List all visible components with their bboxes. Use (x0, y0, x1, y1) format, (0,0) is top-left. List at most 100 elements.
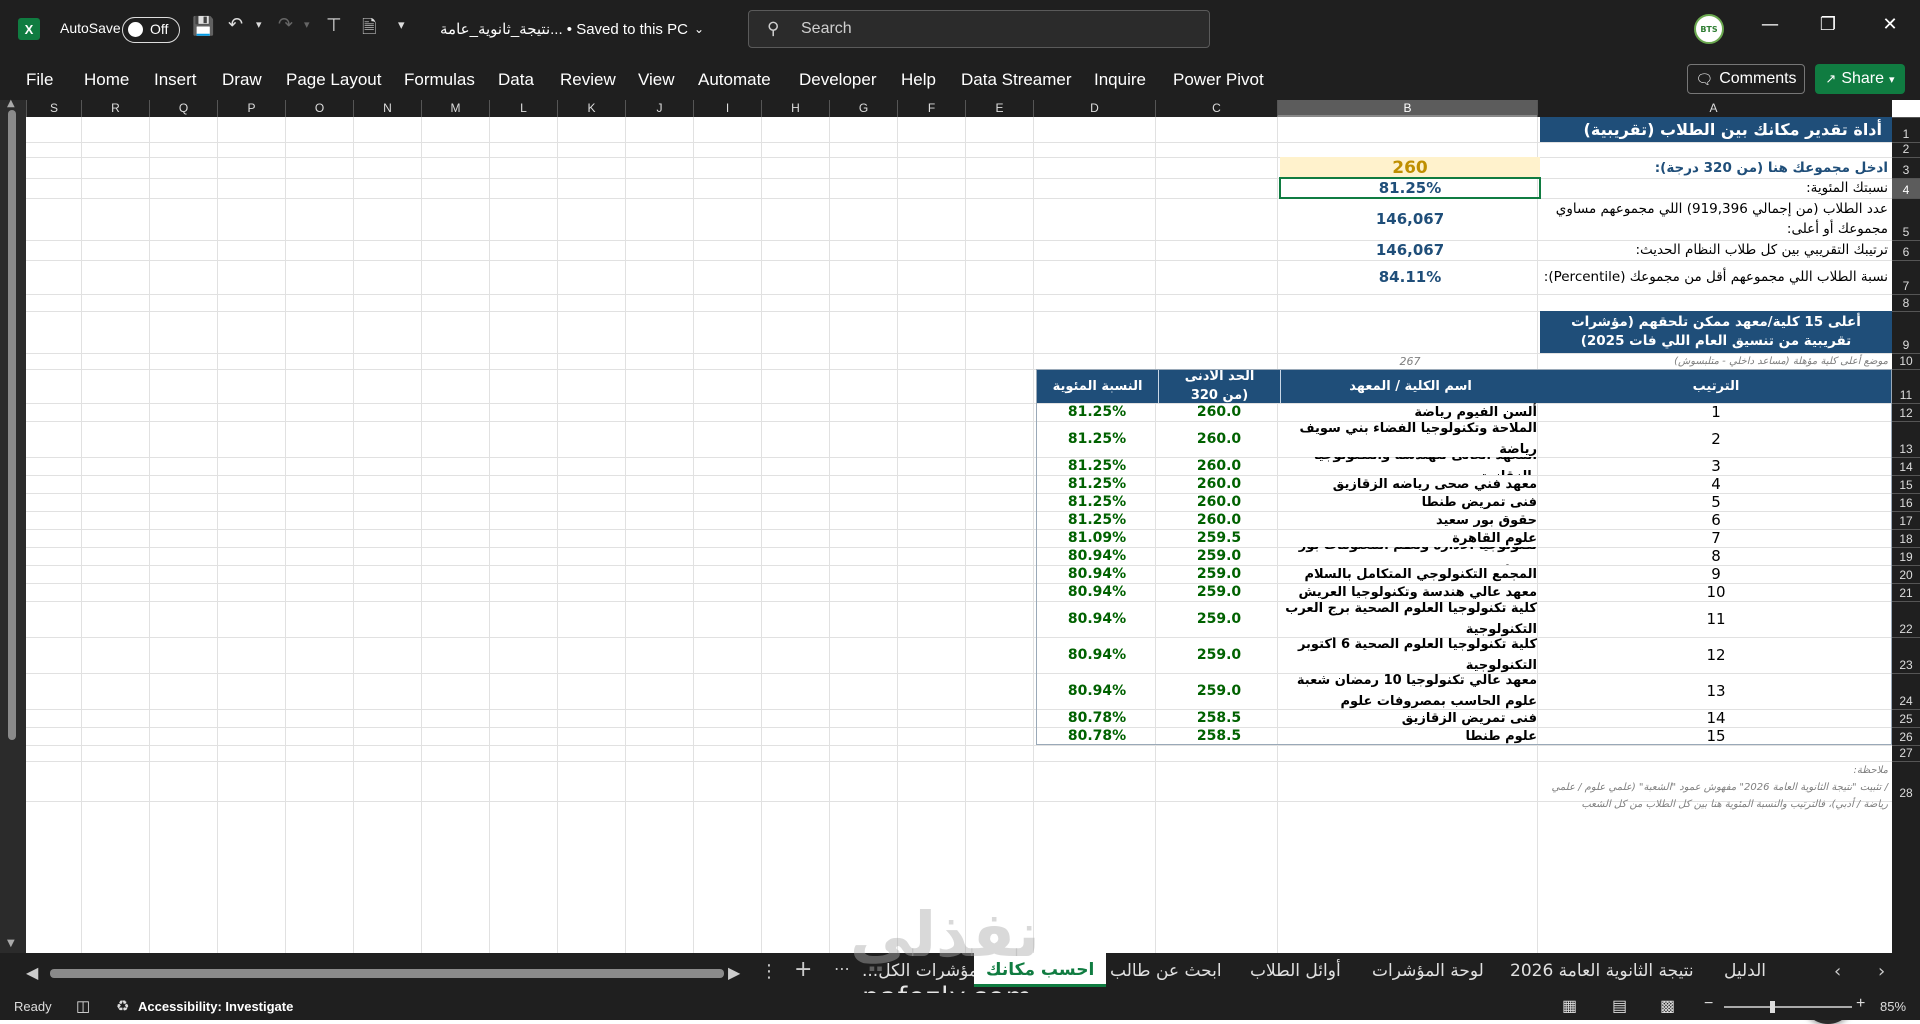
redo-dropdown-icon[interactable]: ▾ (304, 18, 310, 31)
college-rank[interactable]: 9 (1540, 565, 1892, 583)
scroll-down-icon[interactable]: ▼ (7, 938, 15, 949)
college-min-score[interactable]: 259.0 (1158, 601, 1280, 637)
college-rank[interactable]: 5 (1540, 493, 1892, 511)
zoom-level[interactable]: 85% (1880, 999, 1906, 1014)
college-min-score[interactable]: 258.5 (1158, 727, 1280, 745)
vertical-scroll-thumb[interactable] (8, 110, 16, 740)
column-header-P[interactable]: P (217, 100, 285, 117)
row-header-28[interactable]: 28 (1892, 761, 1920, 801)
college-name[interactable]: ألسن الفيوم رياضة (1280, 403, 1540, 421)
autosave-toggle[interactable]: Off (122, 17, 180, 43)
column-header-D[interactable]: D (1033, 100, 1155, 117)
scroll-right-icon[interactable]: ▶ (728, 963, 740, 982)
row-header-27[interactable]: 27 (1892, 745, 1920, 761)
college-percentage[interactable]: 81.25% (1036, 403, 1158, 421)
college-rank[interactable]: 8 (1540, 547, 1892, 565)
college-rank[interactable]: 3 (1540, 457, 1892, 475)
column-header-F[interactable]: F (897, 100, 965, 117)
column-header-L[interactable]: L (489, 100, 557, 117)
column-header-N[interactable]: N (353, 100, 421, 117)
menu-data[interactable]: Data (498, 70, 534, 90)
college-name[interactable]: الملاحة وتكنولوجيا الفضاء بني سويف رياضة (1280, 421, 1540, 457)
footnote-text[interactable]: / تثبيت "نتيجة الثانوية العامة 2026" مفه… (1540, 779, 1892, 815)
sheet-title[interactable]: أداة تقدير مكانك بين الطلاب (تقريبية) (1540, 117, 1892, 142)
college-min-score[interactable]: 260.0 (1158, 457, 1280, 475)
tab-results-2026[interactable]: نتيجة الثانوية العامة 2026 (1510, 961, 1694, 981)
column-header-S[interactable]: S (26, 100, 81, 117)
column-header-Q[interactable]: Q (149, 100, 217, 117)
college-percentage[interactable]: 81.09% (1036, 529, 1158, 547)
tab-guide[interactable]: الدليل (1724, 961, 1766, 981)
restore-icon[interactable]: ❐ (1808, 14, 1848, 35)
percentile-label[interactable]: نسبة الطلاب اللي مجموعهم أقل من مجموعك (… (1540, 260, 1892, 294)
row-header-23[interactable]: 23 (1892, 637, 1920, 673)
column-header-I[interactable]: I (693, 100, 761, 117)
college-name[interactable]: كلية تكنولوجيا العلوم الصحية برج العرب ا… (1280, 601, 1540, 637)
form-icon[interactable]: ⊤ (326, 15, 342, 36)
college-percentage[interactable]: 80.94% (1036, 547, 1158, 565)
column-header-A[interactable]: A (1537, 100, 1889, 117)
college-rank[interactable]: 6 (1540, 511, 1892, 529)
top-colleges-title[interactable]: أعلى 15 كلية/معهد ممكن تلحقهم (مؤشرات تق… (1540, 311, 1892, 353)
scroll-left-icon[interactable]: ◀ (26, 963, 38, 982)
zoom-slider[interactable] (1724, 1006, 1852, 1008)
college-name[interactable]: المعهد العالى للهندسة والتكنولوجيا بالزق… (1280, 457, 1540, 475)
normal-view-icon[interactable]: ▦ (1562, 996, 1577, 1016)
row-header-17[interactable]: 17 (1892, 511, 1920, 529)
college-rank[interactable]: 4 (1540, 475, 1892, 493)
menu-inquire[interactable]: Inquire (1094, 70, 1146, 90)
row-header-24[interactable]: 24 (1892, 673, 1920, 709)
college-rank[interactable]: 1 (1540, 403, 1892, 421)
scroll-up-icon[interactable]: ▲ (7, 98, 15, 109)
college-percentage[interactable]: 81.25% (1036, 511, 1158, 529)
header-rank[interactable]: الترتيب (1540, 369, 1892, 403)
tab-scroll-right-icon[interactable]: › (1878, 961, 1885, 982)
college-min-score[interactable]: 259.0 (1158, 583, 1280, 601)
college-min-score[interactable]: 259.5 (1158, 529, 1280, 547)
college-name[interactable]: علوم طنطا (1280, 727, 1540, 745)
score-input[interactable]: 260 (1280, 157, 1540, 178)
college-min-score[interactable]: 259.0 (1158, 637, 1280, 673)
input-label[interactable]: ادخل مجموعك هنا (من 320 درجة): (1540, 157, 1892, 178)
college-percentage[interactable]: 80.78% (1036, 709, 1158, 727)
header-college-name[interactable]: اسم الكلية / المعهد (1280, 369, 1540, 403)
college-rank[interactable]: 12 (1540, 637, 1892, 673)
menu-data-streamer[interactable]: Data Streamer (961, 70, 1072, 90)
college-name[interactable]: المجمع التكنولوجي المتكامل بالسلام (1280, 565, 1540, 583)
menu-help[interactable]: Help (901, 70, 936, 90)
row-header-13[interactable]: 13 (1892, 421, 1920, 457)
row-header-4[interactable]: 4 (1892, 178, 1920, 198)
vertical-scrollbar[interactable]: ▲ ▼ (0, 98, 26, 953)
college-percentage[interactable]: 81.25% (1036, 421, 1158, 457)
horizontal-scroll-thumb[interactable] (50, 969, 724, 978)
college-percentage[interactable]: 80.94% (1036, 565, 1158, 583)
search-box[interactable]: ⚲ Search (748, 10, 1210, 48)
college-percentage[interactable]: 80.78% (1036, 727, 1158, 745)
row-header-2[interactable]: 2 (1892, 142, 1920, 157)
rank-label[interactable]: ترتيبك التقريبي بين كل طلاب النظام الحدي… (1540, 240, 1892, 260)
column-header-J[interactable]: J (625, 100, 693, 117)
menu-automate[interactable]: Automate (698, 70, 771, 90)
row-header-7[interactable]: 7 (1892, 260, 1920, 294)
college-percentage[interactable]: 80.94% (1036, 583, 1158, 601)
college-min-score[interactable]: 259.0 (1158, 565, 1280, 583)
row-header-14[interactable]: 14 (1892, 457, 1920, 475)
column-header-O[interactable]: O (285, 100, 353, 117)
menu-insert[interactable]: Insert (154, 70, 197, 90)
row-header-19[interactable]: 19 (1892, 547, 1920, 565)
row-header-16[interactable]: 16 (1892, 493, 1920, 511)
column-header-K[interactable]: K (557, 100, 625, 117)
menu-home[interactable]: Home (84, 70, 129, 90)
add-sheet-icon[interactable]: + (794, 957, 812, 982)
college-name[interactable]: حقوق بور سعيد (1280, 511, 1540, 529)
avatar[interactable]: BTS (1694, 14, 1724, 44)
row-header-1[interactable]: 1 (1892, 117, 1920, 142)
college-min-score[interactable]: 258.5 (1158, 709, 1280, 727)
college-name[interactable]: فنى تمريض طنطا (1280, 493, 1540, 511)
row-header-9[interactable]: 9 (1892, 311, 1920, 353)
new-file-icon[interactable]: 🗎 (362, 15, 376, 45)
more-sheets-icon[interactable]: ⋯ (834, 959, 850, 978)
college-min-score[interactable]: 260.0 (1158, 493, 1280, 511)
tab-dashboard[interactable]: لوحة المؤشرات (1372, 961, 1484, 981)
rank-value[interactable]: 146,067 (1280, 240, 1540, 260)
